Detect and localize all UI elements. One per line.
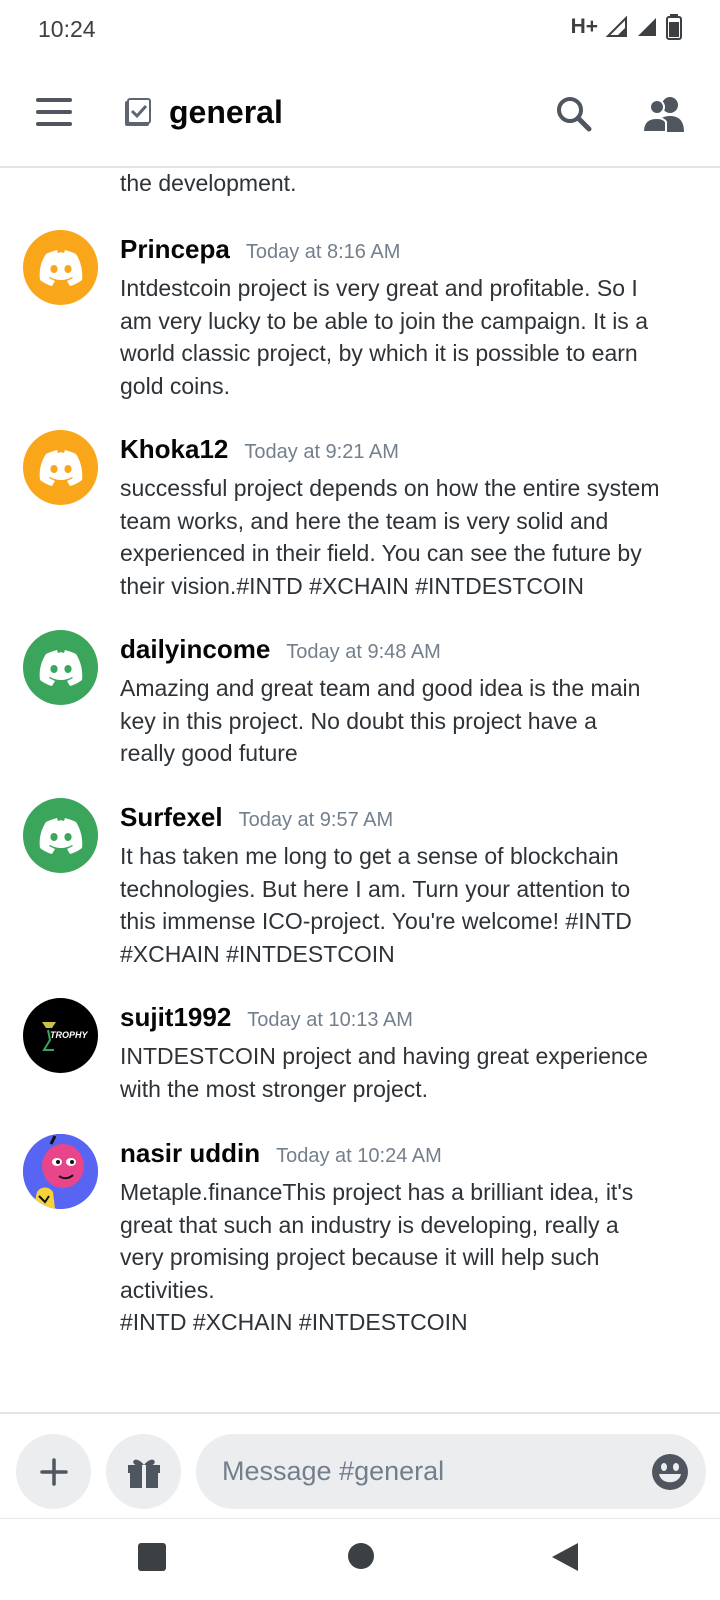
back-icon[interactable] — [550, 1541, 580, 1573]
avatar[interactable]: TROPHY — [23, 998, 98, 1073]
username[interactable]: Surfexel — [120, 802, 223, 833]
username[interactable]: Khoka12 — [120, 434, 228, 465]
status-time: 10:24 — [38, 16, 96, 42]
avatar[interactable] — [23, 430, 98, 505]
message-text: It has taken me long to get a sense of b… — [120, 843, 632, 967]
partial-message-text: the development. — [120, 170, 297, 196]
message-input-container — [196, 1434, 706, 1509]
message-text: successful project depends on how the en… — [120, 475, 660, 599]
network-type: H+ — [570, 15, 598, 38]
trophy-logo-text: TROPHY — [50, 1030, 89, 1040]
message-header: dailyincome Today at 9:48 AM — [120, 634, 441, 665]
system-navigation-bar — [0, 1518, 720, 1600]
menu-icon[interactable] — [36, 98, 72, 126]
discord-logo-icon — [39, 649, 82, 686]
gift-button[interactable] — [106, 1434, 181, 1509]
cartoon-avatar-icon — [23, 1134, 98, 1209]
search-icon[interactable] — [554, 94, 594, 134]
status-icons: H+ — [571, 14, 682, 40]
message-text: Metaple.financeThis project has a brilli… — [120, 1179, 634, 1336]
channel-title: general — [169, 94, 283, 130]
timestamp: Today at 9:21 AM — [244, 441, 399, 463]
message-header: Princepa Today at 8:16 AM — [120, 234, 400, 265]
members-icon[interactable] — [642, 94, 686, 134]
plus-icon — [39, 1457, 68, 1486]
home-icon[interactable] — [346, 1541, 376, 1571]
message-text: Intdestcoin project is very great and pr… — [120, 275, 648, 399]
timestamp: Today at 9:48 AM — [286, 641, 441, 663]
avatar[interactable] — [23, 230, 98, 305]
message-text: Amazing and great team and good idea is … — [120, 675, 641, 767]
message-list[interactable]: the development. Princepa Today at 8:16 … — [0, 168, 720, 1412]
add-attachment-button[interactable] — [16, 1434, 91, 1509]
message-composer — [0, 1412, 720, 1518]
battery-icon — [666, 14, 682, 40]
username[interactable]: dailyincome — [120, 634, 270, 665]
message-header: Khoka12 Today at 9:21 AM — [120, 434, 399, 465]
gift-icon — [127, 1459, 160, 1488]
timestamp: Today at 10:24 AM — [276, 1145, 442, 1167]
username[interactable]: Princepa — [120, 234, 230, 265]
discord-logo-icon — [39, 249, 82, 286]
avatar[interactable] — [23, 798, 98, 873]
message-header: nasir uddin Today at 10:24 AM — [120, 1138, 442, 1169]
timestamp: Today at 10:13 AM — [247, 1009, 413, 1031]
trophy-logo-icon: TROPHY — [41, 1021, 89, 1051]
channel-checkbox-icon — [125, 98, 151, 126]
message-header: sujit1992 Today at 10:13 AM — [120, 1002, 413, 1033]
status-bar: 10:24 H+ — [0, 0, 720, 64]
avatar[interactable] — [23, 630, 98, 705]
username[interactable]: sujit1992 — [120, 1002, 231, 1033]
message-input[interactable] — [222, 1434, 622, 1509]
emoji-icon[interactable] — [650, 1452, 690, 1492]
discord-logo-icon — [39, 449, 82, 486]
username[interactable]: nasir uddin — [120, 1138, 260, 1169]
signal-2-icon — [638, 18, 656, 36]
timestamp: Today at 9:57 AM — [238, 809, 394, 831]
recent-apps-icon[interactable] — [136, 1541, 168, 1573]
discord-logo-icon — [39, 817, 82, 854]
avatar[interactable] — [23, 1134, 98, 1209]
message-text: INTDESTCOIN project and having great exp… — [120, 1043, 648, 1102]
signal-1-icon — [606, 16, 627, 37]
channel-header: general — [0, 64, 720, 168]
timestamp: Today at 8:16 AM — [245, 241, 401, 263]
message-header: Surfexel Today at 9:57 AM — [120, 802, 393, 833]
